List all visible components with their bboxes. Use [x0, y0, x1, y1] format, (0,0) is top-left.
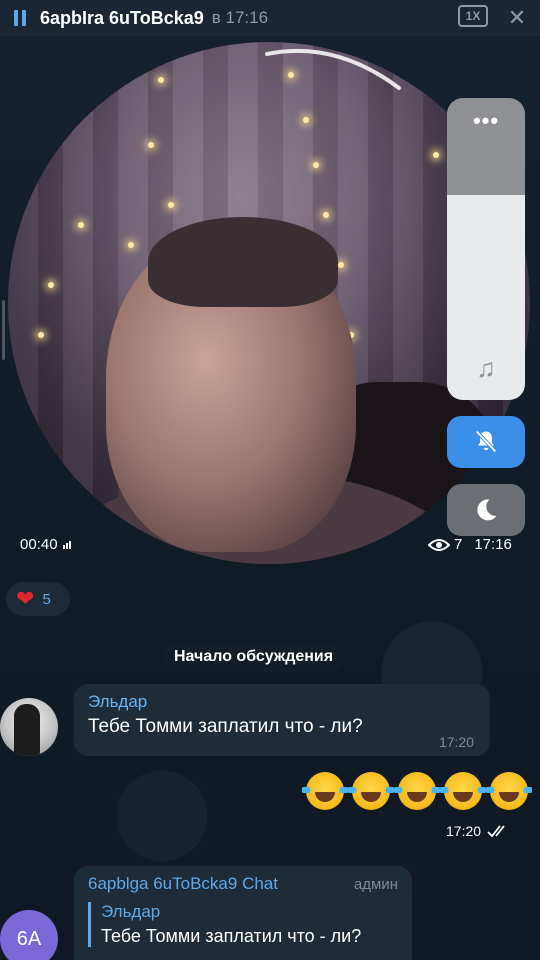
laughing-tears-emoji: [348, 772, 394, 810]
message-bubble[interactable]: 6apblga 6uToBcka9 Chat админ Эльдар Тебе…: [74, 866, 412, 960]
double-check-icon: [487, 825, 505, 838]
reaction-chip[interactable]: ❤ 5: [6, 582, 70, 616]
video-progress-arc: [265, 48, 401, 90]
discussion-start-label: Начало обсуждения: [162, 642, 346, 672]
laughing-tears-emoji: [486, 772, 532, 810]
volume-slider[interactable]: ••• ♫: [447, 98, 525, 400]
laughing-tears-emoji: [394, 772, 440, 810]
message-time: 17:20: [446, 823, 482, 839]
avatar[interactable]: 6A: [0, 910, 58, 960]
video-duration-text: 00:40: [20, 536, 58, 553]
sleep-mode-button[interactable]: [447, 484, 525, 536]
video-duration: 00:40: [20, 536, 72, 553]
audio-level-icon: [62, 540, 72, 549]
message-time: 17:20: [438, 734, 474, 750]
video-views: 7 17:16: [428, 536, 512, 553]
message-sender[interactable]: 6apblga 6uToBcka9 Chat: [88, 874, 278, 894]
playback-speed-button[interactable]: 1X: [458, 5, 488, 27]
music-note-icon: ♫: [476, 353, 496, 383]
reply-quote[interactable]: Эльдар Тебе Томми заплатил что - ли?: [88, 902, 398, 947]
video-timestamp: 17:16: [474, 536, 512, 553]
avatar[interactable]: [0, 698, 58, 756]
views-count: 7: [454, 536, 463, 553]
heart-icon: ❤: [16, 586, 35, 611]
emoji-message-meta: 17:20: [446, 823, 513, 839]
mute-notifications-button[interactable]: [447, 416, 525, 468]
player-time: в 17:16: [211, 8, 269, 27]
laughing-tears-emoji: [302, 772, 348, 810]
reply-text: Тебе Томми заплатил что - ли?: [101, 926, 362, 946]
more-dots-icon[interactable]: •••: [447, 108, 525, 134]
moon-icon: [477, 499, 497, 521]
reply-sender: Эльдар: [101, 902, 161, 921]
bell-muted-icon: [475, 430, 497, 453]
person-hair: [148, 217, 338, 307]
admin-badge: админ: [353, 876, 398, 893]
reaction-count: 5: [42, 590, 51, 608]
player-title: 6apbIra 6uToBcka9: [40, 7, 204, 28]
scrollbar-thumb[interactable]: [2, 300, 5, 360]
avatar-person: [14, 704, 40, 756]
eye-icon: [428, 538, 450, 551]
message-sender[interactable]: Эльдар: [88, 692, 476, 712]
emoji-message[interactable]: [302, 772, 536, 810]
laughing-tears-emoji: [440, 772, 486, 810]
message-bubble[interactable]: Эльдар Тебе Томми заплатил что - ли? 17:…: [74, 684, 490, 756]
close-icon[interactable]: ✕: [502, 0, 532, 36]
message-text: Тебе Томми заплатил что - ли?: [88, 716, 363, 737]
audio-player-bar[interactable]: 6apbIra 6uToBcka9 в 17:16 1X ✕: [0, 0, 540, 36]
pause-icon[interactable]: [0, 0, 40, 36]
